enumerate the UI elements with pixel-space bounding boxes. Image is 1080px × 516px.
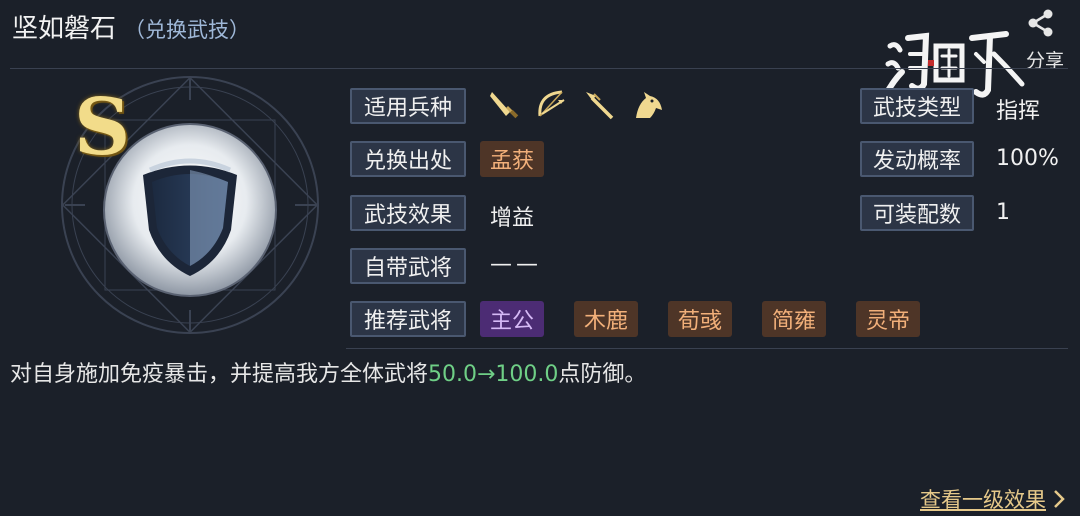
effect-label: 武技效果 [350,195,466,231]
skill-description: 对自身施加免疫暴击，并提高我方全体武将50.0→100.0点防御。 [10,356,646,388]
general-label: 自带武将 [350,248,466,284]
horse-icon [636,92,662,118]
description-highlight: 50.0→100.0 [428,362,559,387]
recommend-general-tag[interactable]: 灵帝 [856,301,921,337]
skill-subtitle: （兑换武技） [124,18,251,42]
skill-grade: S [74,82,131,173]
source-label: 兑换出处 [350,141,466,177]
rate-value: 100% [996,146,1059,171]
general-value: —— [490,252,542,277]
rate-label: 发动概率 [860,141,974,177]
view-level-one-effect-link[interactable]: 查看一级效果 [920,484,1066,514]
equip-label: 可装配数 [860,195,974,231]
chevron-right-icon [1054,490,1065,508]
more-link-label: 查看一级效果 [920,488,1046,512]
skill-title: 坚如磐石 （兑换武技） [12,8,250,45]
recommend-general-tag[interactable]: 简雍 [762,301,827,337]
type-value: 指挥 [996,99,1041,124]
equip-value: 1 [996,200,1010,225]
troop-types [486,88,664,122]
recommend-label: 推荐武将 [350,301,466,337]
header-divider [10,68,1068,69]
skill-name: 坚如磐石 [12,14,117,44]
description-text-end: 点防御。 [558,362,647,387]
troops-label: 适用兵种 [350,88,466,124]
sword-icon [490,92,519,119]
recommend-general-tag[interactable]: 主公 [480,301,545,337]
description-divider [346,348,1068,349]
source-tag[interactable]: 孟获 [480,141,545,177]
type-label: 武技类型 [860,88,974,124]
spear-icon [586,92,614,120]
share-icon [1028,9,1053,37]
description-text: 对自身施加免疫暴击，并提高我方全体武将 [10,362,429,387]
recommend-general-tag[interactable]: 木鹿 [574,301,639,337]
bow-icon [538,90,565,117]
recommend-general-tag[interactable]: 荀彧 [668,301,733,337]
effect-value: 增益 [490,206,535,231]
